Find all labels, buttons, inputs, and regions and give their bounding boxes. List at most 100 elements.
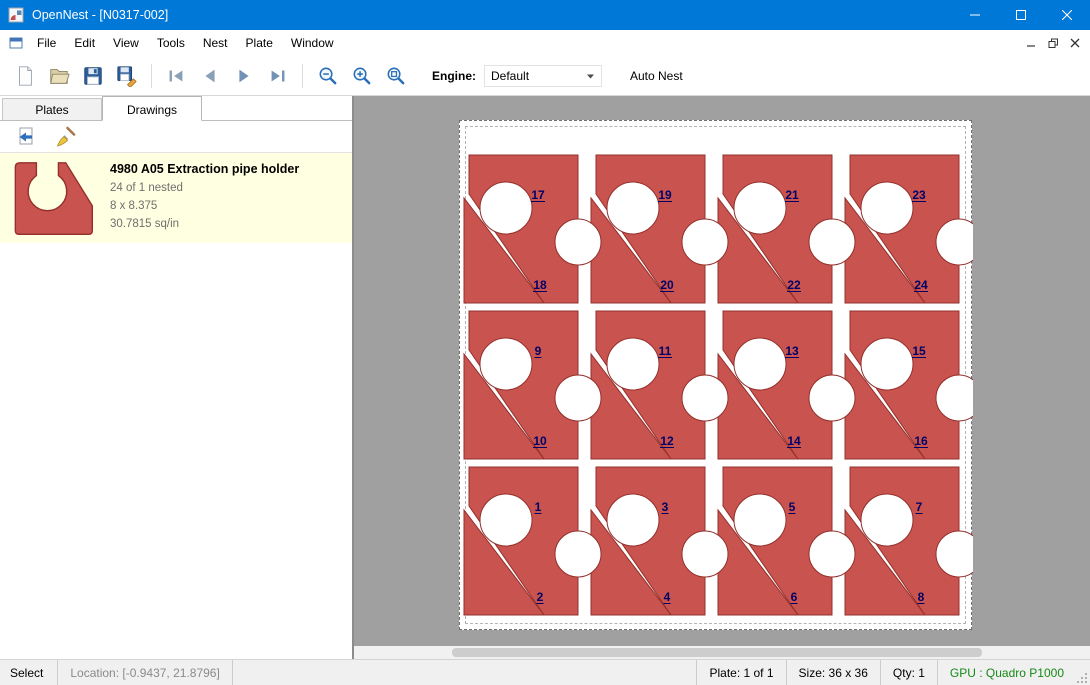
pipe-notch-circle	[607, 494, 659, 546]
menu-item-edit[interactable]: Edit	[65, 31, 104, 55]
minimize-icon	[970, 10, 980, 20]
drawings-toolbar	[0, 121, 352, 153]
pipe-notch-circle	[861, 494, 913, 546]
maximize-button[interactable]	[998, 0, 1044, 30]
status-bar: Select Location: [-0.9437, 21.8796] Plat…	[0, 659, 1090, 685]
content-area: Plates Drawings	[0, 96, 1090, 659]
horizontal-scrollbar[interactable]	[354, 646, 1090, 659]
toolbar-separator	[151, 64, 152, 88]
part-number-label: 17	[531, 188, 545, 202]
mdi-restore-button[interactable]	[1042, 33, 1064, 53]
part-number-label: 11	[659, 344, 672, 358]
app-logo-icon	[8, 7, 24, 23]
close-icon	[1062, 10, 1072, 20]
menu-item-nest[interactable]: Nest	[194, 31, 237, 55]
part-number-label: 4	[664, 590, 671, 604]
title-bar: OpenNest - [N0317-002]	[0, 0, 1090, 30]
menu-items: FileEditViewToolsNestPlateWindow	[28, 31, 343, 55]
zoom-out-button[interactable]	[310, 60, 344, 92]
part-number-label: 14	[787, 434, 801, 448]
mdi-minimize-button[interactable]	[1020, 33, 1042, 53]
part-number-label: 7	[916, 500, 923, 514]
new-nest-button[interactable]	[8, 60, 42, 92]
zoom-in-icon	[350, 64, 373, 87]
part-number-label: 6	[791, 590, 798, 604]
save-as-button[interactable]	[110, 60, 144, 92]
status-plate: Plate: 1 of 1	[696, 660, 785, 685]
nest-parts-svg: 171819202122232491011121314151612345678	[460, 121, 973, 631]
status-qty: Qty: 1	[880, 660, 937, 685]
resize-grip[interactable]	[1076, 660, 1090, 685]
zoom-out-icon	[316, 64, 339, 87]
menu-item-window[interactable]: Window	[282, 31, 343, 55]
next-plate-button[interactable]	[227, 60, 261, 92]
sheet-arrow-icon	[11, 125, 35, 149]
drawing-info: 4980 A05 Extraction pipe holder 24 of 1 …	[110, 162, 299, 233]
nest-canvas[interactable]: 171819202122232491011121314151612345678	[354, 96, 1090, 659]
status-location: Location: [-0.9437, 21.8796]	[58, 660, 231, 685]
zoom-fit-icon	[384, 64, 407, 87]
assign-to-plate-button[interactable]	[8, 124, 38, 150]
zoom-in-button[interactable]	[344, 60, 378, 92]
status-mode: Select	[0, 660, 57, 685]
horizontal-scrollbar-thumb[interactable]	[452, 648, 982, 657]
pipe-notch-circle	[480, 494, 532, 546]
previous-plate-button[interactable]	[193, 60, 227, 92]
first-arrow-icon	[165, 65, 187, 87]
mdi-close-button[interactable]	[1064, 33, 1086, 53]
pipe-notch-circle	[682, 531, 728, 577]
menu-bar: FileEditViewToolsNestPlateWindow	[0, 30, 1090, 56]
drawing-area: 30.7815 sq/in	[110, 216, 299, 234]
last-plate-button[interactable]	[261, 60, 295, 92]
mdi-restore-icon	[1048, 38, 1059, 49]
app-window: OpenNest - [N0317-002] FileEditViewTools…	[0, 0, 1090, 685]
pipe-notch-circle	[555, 375, 601, 421]
pipe-notch-circle	[682, 219, 728, 265]
drawing-list-item[interactable]: 4980 A05 Extraction pipe holder 24 of 1 …	[0, 153, 352, 243]
next-arrow-icon	[233, 65, 255, 87]
open-folder-icon	[48, 65, 70, 87]
save-button[interactable]	[76, 60, 110, 92]
menu-item-plate[interactable]: Plate	[237, 31, 282, 55]
mdi-child-icon	[8, 35, 24, 51]
part-number-label: 13	[785, 344, 799, 358]
zoom-fit-button[interactable]	[378, 60, 412, 92]
tab-drawings[interactable]: Drawings	[102, 96, 202, 121]
sidebar-tabs: Plates Drawings	[0, 96, 352, 121]
part-number-label: 2	[537, 590, 544, 604]
part-number-label: 22	[787, 278, 801, 292]
menu-item-file[interactable]: File	[28, 31, 65, 55]
pipe-notch-circle	[861, 338, 913, 390]
part-number-label: 9	[535, 344, 542, 358]
engine-label: Engine:	[432, 69, 476, 83]
minimize-button[interactable]	[952, 0, 998, 30]
auto-nest-button[interactable]: Auto Nest	[624, 65, 689, 87]
pipe-notch-circle	[734, 338, 786, 390]
part-number-label: 21	[785, 188, 799, 202]
close-button[interactable]	[1044, 0, 1090, 30]
part-number-label: 8	[918, 590, 925, 604]
maximize-icon	[1016, 10, 1026, 20]
new-document-icon	[14, 65, 36, 87]
status-gpu: GPU : Quadro P1000	[937, 660, 1076, 685]
drawing-nested-count: 24 of 1 nested	[110, 180, 299, 198]
open-button[interactable]	[42, 60, 76, 92]
engine-select[interactable]: Default	[484, 65, 602, 87]
nest-plate: 171819202122232491011121314151612345678	[459, 120, 972, 630]
mdi-window-controls	[1020, 33, 1090, 53]
status-size: Size: 36 x 36	[786, 660, 880, 685]
menu-item-tools[interactable]: Tools	[148, 31, 194, 55]
part-number-label: 15	[912, 344, 926, 358]
main-toolbar: Engine: Default Auto Nest	[0, 56, 1090, 96]
last-arrow-icon	[267, 65, 289, 87]
mdi-minimize-icon	[1026, 38, 1036, 48]
menu-item-view[interactable]: View	[104, 31, 148, 55]
first-plate-button[interactable]	[159, 60, 193, 92]
part-number-label: 20	[660, 278, 674, 292]
drawing-title: 4980 A05 Extraction pipe holder	[110, 162, 299, 176]
tab-plates[interactable]: Plates	[2, 98, 102, 120]
clear-button[interactable]	[50, 124, 80, 150]
pipe-notch-circle	[480, 338, 532, 390]
pipe-notch-circle	[809, 531, 855, 577]
grip-dots-icon	[1077, 672, 1088, 683]
